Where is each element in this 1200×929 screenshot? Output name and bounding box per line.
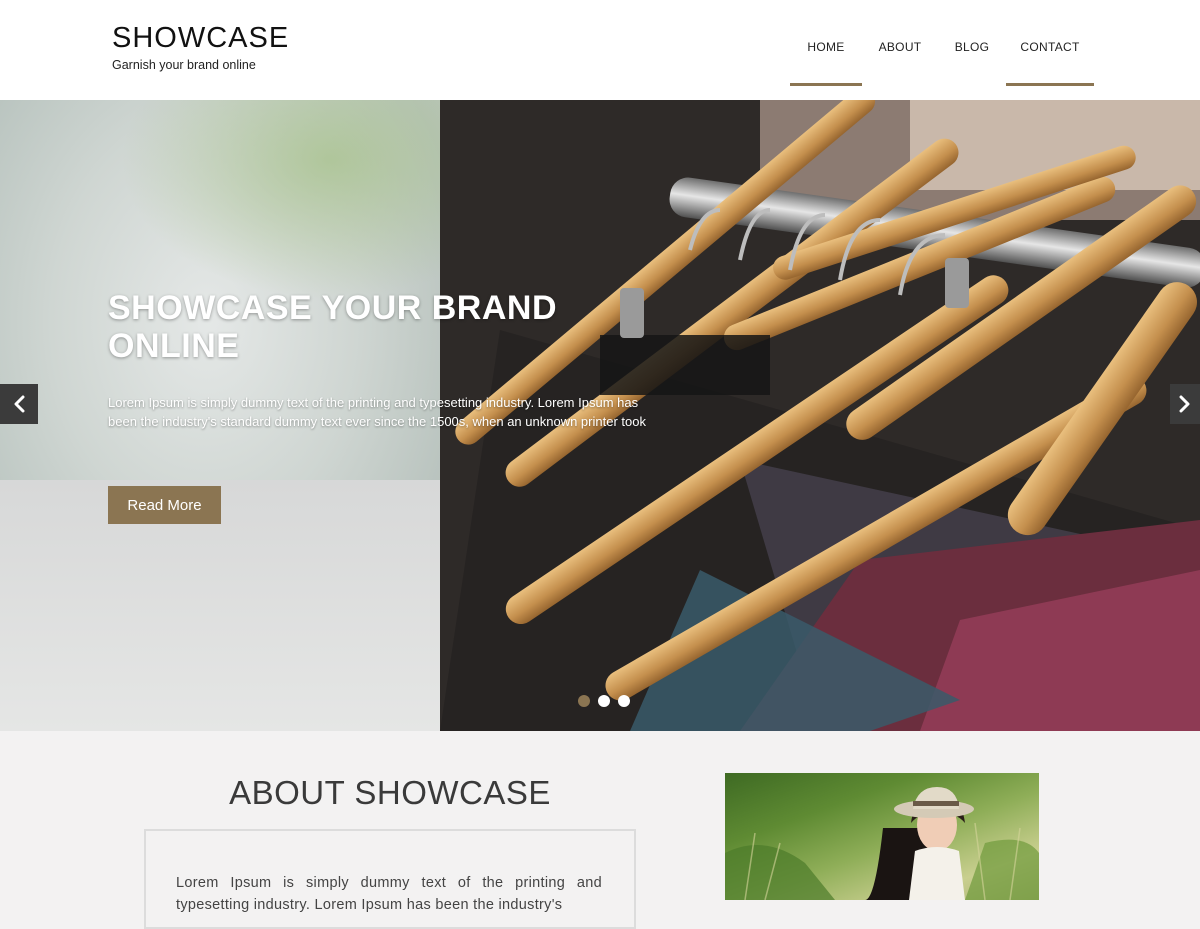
hero-title: SHOWCASE YOUR BRAND ONLINE: [108, 289, 558, 365]
nav-item-label: BLOG: [954, 40, 990, 54]
hero-slider: SHOWCASE YOUR BRAND ONLINE Lorem Ipsum i…: [0, 100, 1200, 731]
slider-next-button[interactable]: [1170, 384, 1200, 424]
nav-item-label: ABOUT: [878, 40, 922, 54]
nav-item-blog[interactable]: BLOG: [938, 0, 1006, 100]
chevron-left-icon: [14, 395, 25, 413]
nav-item-label: HOME: [807, 40, 845, 54]
nav-active-indicator: [1006, 83, 1094, 86]
read-more-button[interactable]: Read More: [108, 486, 221, 524]
woman-portrait-image: [725, 787, 1039, 900]
nav-item-label: CONTACT: [1020, 40, 1080, 54]
brand[interactable]: SHOWCASE Garnish your brand online: [112, 22, 289, 72]
main-nav: HOME ABOUT BLOG CONTACT: [790, 0, 1094, 100]
nav-item-contact[interactable]: CONTACT: [1006, 0, 1094, 100]
site-tagline: Garnish your brand online: [112, 58, 256, 72]
slider-prev-button[interactable]: [0, 384, 38, 424]
site-header: SHOWCASE Garnish your brand online HOME …: [0, 0, 1200, 100]
chevron-right-icon: [1179, 395, 1190, 413]
slider-dot-2[interactable]: [598, 695, 610, 707]
about-photo: [725, 773, 1039, 900]
slider-dot-1[interactable]: [578, 695, 590, 707]
about-description: Lorem Ipsum is simply dummy text of the …: [176, 875, 602, 913]
nav-active-indicator: [790, 83, 862, 86]
slider-dot-3[interactable]: [618, 695, 630, 707]
slider-pagination: [578, 695, 630, 707]
nav-item-about[interactable]: ABOUT: [862, 0, 938, 100]
nav-item-home[interactable]: HOME: [790, 0, 862, 100]
hero-description: Lorem Ipsum is simply dummy text of the …: [108, 395, 646, 429]
site-title[interactable]: SHOWCASE: [112, 22, 289, 54]
about-section-title: ABOUT SHOWCASE: [229, 774, 551, 811]
